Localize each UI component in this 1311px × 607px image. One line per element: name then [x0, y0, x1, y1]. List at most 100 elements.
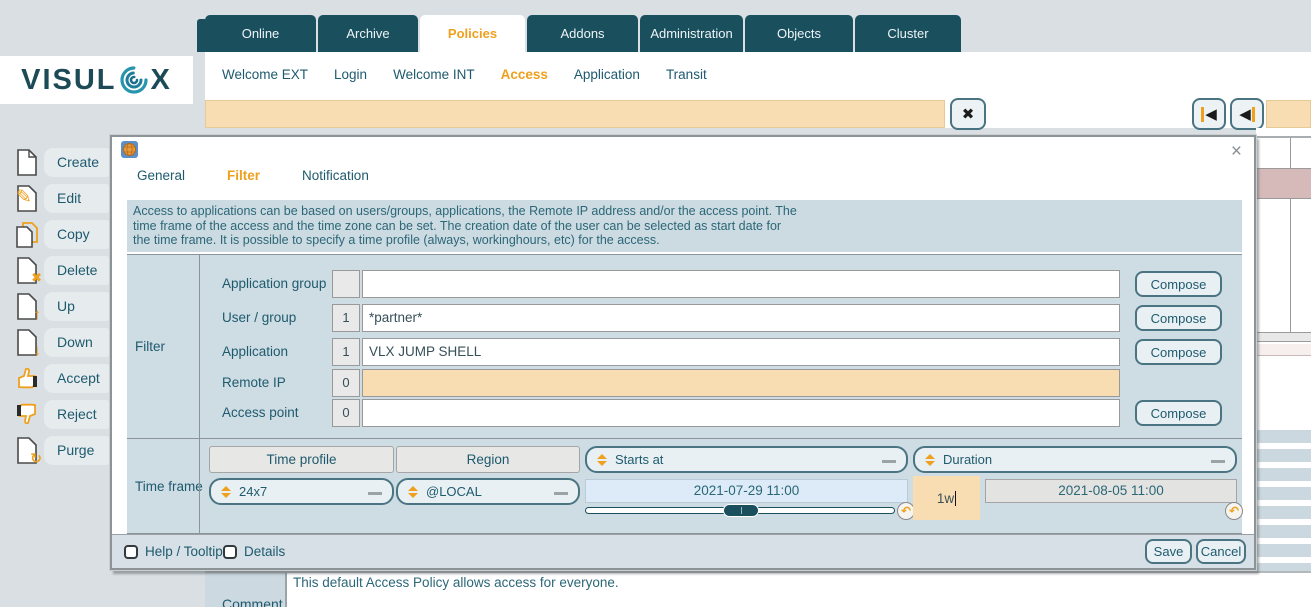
- cancel-button[interactable]: Cancel: [1196, 539, 1246, 564]
- filter-search-bar[interactable]: [205, 100, 945, 128]
- access-point-value[interactable]: [362, 399, 1120, 427]
- clear-filter-button[interactable]: ✖: [950, 98, 986, 130]
- text-caret: [955, 491, 956, 506]
- subnav-login[interactable]: Login: [334, 67, 367, 82]
- subnav-application[interactable]: Application: [574, 67, 640, 82]
- tab-online[interactable]: Online: [205, 15, 316, 52]
- filter-section-label: Filter: [135, 339, 165, 354]
- help-tooltip-label: Help / Tooltip: [145, 544, 223, 559]
- dialog-tab-bar: General Filter Notification: [137, 168, 369, 183]
- dialog-tab-filter[interactable]: Filter: [227, 168, 260, 183]
- subnav-welcome-ext[interactable]: Welcome EXT: [222, 67, 308, 82]
- remote-ip-value[interactable]: [362, 369, 1120, 397]
- sub-nav-bar: Welcome EXT Login Welcome INT Access App…: [222, 60, 707, 88]
- application-count: 1: [332, 338, 360, 366]
- sidebar-item-label: Reject: [44, 400, 114, 429]
- tab-policies[interactable]: Policies: [420, 15, 525, 52]
- sidebar-item-label: Accept: [44, 364, 114, 393]
- starts-at-slider[interactable]: [585, 507, 895, 514]
- starts-at-value[interactable]: 2021-07-29 11:00: [585, 479, 908, 503]
- subnav-transit[interactable]: Transit: [666, 67, 707, 82]
- details-checkbox[interactable]: [223, 545, 237, 559]
- subnav-access[interactable]: Access: [501, 67, 548, 82]
- subnav-welcome-int[interactable]: Welcome INT: [393, 67, 475, 82]
- compose-access-point-button[interactable]: Compose: [1135, 400, 1222, 426]
- comment-text: This default Access Policy allows access…: [293, 575, 619, 590]
- application-label: Application: [222, 344, 288, 359]
- remote-ip-label: Remote IP: [222, 375, 286, 390]
- ends-at-value: 2021-08-05 11:00: [985, 479, 1237, 503]
- background-table: [1256, 128, 1311, 607]
- tab-administration[interactable]: Administration: [640, 15, 743, 52]
- sidebar-item-up[interactable]: Up ↑: [14, 291, 40, 321]
- dialog-footer: Help / Tooltip Details Save Cancel: [112, 534, 1254, 568]
- move-up-page-icon: ↑: [14, 292, 40, 320]
- prev-page-button[interactable]: ◀: [1230, 98, 1264, 130]
- minimize-dash-icon: [1211, 460, 1225, 463]
- description-line: time frame of the access and the time zo…: [133, 219, 1236, 234]
- dialog-tab-notification[interactable]: Notification: [302, 168, 369, 183]
- time-frame-section: Time frame Time profile Region Starts at…: [127, 438, 1242, 534]
- access-point-count: 0: [332, 399, 360, 427]
- application-group-count: [332, 270, 360, 298]
- sidebar-item-delete[interactable]: Delete ✖: [14, 255, 40, 285]
- slider-handle[interactable]: [723, 504, 759, 517]
- compose-application-button[interactable]: Compose: [1135, 339, 1222, 365]
- user-group-count: 1: [332, 304, 360, 332]
- filter-search-bar-right[interactable]: [1266, 100, 1311, 128]
- time-profile-value: 24x7: [239, 484, 267, 499]
- starts-at-sort-header[interactable]: Starts at: [585, 446, 908, 473]
- sidebar-item-create[interactable]: Create: [14, 147, 40, 177]
- description-line: the time frame. It is possible to specif…: [133, 233, 1236, 248]
- sidebar-item-label: Delete: [44, 256, 114, 285]
- sidebar-item-copy[interactable]: Copy: [14, 219, 40, 249]
- user-group-label: User / group: [222, 310, 296, 325]
- tab-objects[interactable]: Objects: [745, 15, 853, 52]
- select-diamond-icon: [408, 486, 418, 498]
- compose-application-group-button[interactable]: Compose: [1135, 271, 1222, 297]
- thumbs-up-icon: [14, 364, 40, 392]
- logo-text-left: VISUL: [21, 64, 116, 97]
- details-label: Details: [244, 544, 285, 559]
- sidebar-item-label: Down: [44, 328, 114, 357]
- sidebar-item-down[interactable]: Down ↓: [14, 327, 40, 357]
- clear-icon: ✖: [962, 105, 975, 123]
- duration-reset-icon[interactable]: ↶: [1225, 502, 1243, 520]
- starts-at-header-label: Starts at: [615, 452, 663, 467]
- purge-page-icon: ↻: [14, 436, 40, 464]
- dialog-tab-general[interactable]: General: [137, 168, 185, 183]
- sort-diamond-icon: [597, 454, 607, 466]
- application-group-label: Application group: [222, 276, 326, 291]
- tab-cluster[interactable]: Cluster: [855, 15, 961, 52]
- time-profile-select[interactable]: 24x7: [209, 478, 394, 505]
- region-select[interactable]: @LOCAL: [396, 478, 580, 505]
- tab-addons[interactable]: Addons: [527, 15, 638, 52]
- sidebar-item-accept[interactable]: Accept: [14, 363, 40, 393]
- user-group-value[interactable]: *partner*: [362, 304, 1120, 332]
- hidden-tab-edge: [197, 19, 205, 52]
- delete-page-icon: ✖: [14, 256, 40, 284]
- duration-input[interactable]: 1w: [913, 476, 980, 520]
- policy-globe-icon: [121, 141, 138, 163]
- sidebar-item-reject[interactable]: Reject: [14, 399, 40, 429]
- top-tab-bar: Online Archive Policies Addons Administr…: [205, 15, 961, 52]
- sidebar-item-edit[interactable]: Edit ✎: [14, 183, 40, 213]
- select-diamond-icon: [221, 486, 231, 498]
- description-line: Access to applications can be based on u…: [133, 204, 1236, 219]
- filter-description: Access to applications can be based on u…: [127, 200, 1242, 252]
- help-tooltip-checkbox[interactable]: [124, 545, 138, 559]
- background-comment-row: Comment This default Access Policy allow…: [205, 571, 1311, 607]
- application-value[interactable]: VLX JUMP SHELL: [362, 338, 1120, 366]
- save-button[interactable]: Save: [1145, 539, 1192, 564]
- sidebar-item-label: Purge: [44, 436, 114, 465]
- arrow-left-icon: ◀: [1239, 107, 1251, 122]
- tab-archive[interactable]: Archive: [318, 15, 418, 52]
- compose-user-group-button[interactable]: Compose: [1135, 305, 1222, 331]
- application-group-value[interactable]: [362, 270, 1120, 298]
- duration-sort-header[interactable]: Duration: [913, 446, 1237, 473]
- first-page-button[interactable]: ◀: [1192, 98, 1226, 130]
- sidebar-item-purge[interactable]: Purge ↻: [14, 435, 40, 465]
- sidebar-item-label: Copy: [44, 220, 114, 249]
- close-icon[interactable]: ×: [1231, 142, 1242, 161]
- minimize-dash-icon: [882, 460, 896, 463]
